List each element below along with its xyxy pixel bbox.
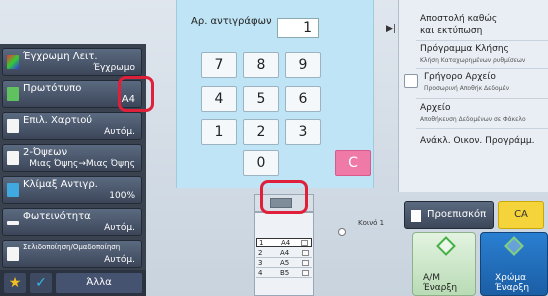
tray-size: A4 <box>281 239 291 247</box>
divider <box>416 68 548 69</box>
clear-key[interactable]: C <box>335 150 371 176</box>
key-0[interactable]: 0 <box>243 150 279 176</box>
bw-start-line2: Έναρξη <box>423 283 458 293</box>
paper-select-value: Αυτόμ. <box>104 127 135 137</box>
preview-icon <box>411 210 421 222</box>
duplex-icon <box>7 151 19 165</box>
panel-toggle-icon[interactable]: ▶| <box>384 22 398 36</box>
duplex-button[interactable]: 2-Όψεων Μιας Όψης→Μιας Όψης <box>2 144 142 172</box>
exposure-value: Αυτόμ. <box>104 223 135 233</box>
key-5[interactable]: 5 <box>243 86 279 112</box>
tray-size: B5 <box>280 269 290 277</box>
key-1[interactable]: 1 <box>201 119 237 145</box>
tray-paper-icon <box>302 260 309 266</box>
preview-label: Προεπισκόπ <box>427 209 487 220</box>
output-tray-icon[interactable] <box>338 228 346 236</box>
numeric-keypad: Αρ. αντιγράφων 1 7 8 9 4 5 6 1 2 3 0 C <box>176 0 374 188</box>
copy-ratio-icon <box>7 183 19 197</box>
bw-start-line1: A/M <box>423 273 440 283</box>
color-mode-icon <box>7 55 19 69</box>
key-3[interactable]: 3 <box>285 119 321 145</box>
paper-select-label: Επιλ. Χαρτιού <box>23 115 93 126</box>
color-start-line1: Χρώμα <box>495 273 527 283</box>
tray-number: 2 <box>258 249 263 257</box>
key-8[interactable]: 8 <box>243 52 279 78</box>
send-and-print-item[interactable]: Αποστολή καθώς <box>420 14 497 24</box>
divider <box>416 98 548 99</box>
start-diamond-icon <box>504 236 524 256</box>
color-start-label: Χρώμα Έναρξη <box>495 273 529 293</box>
file-item[interactable]: Αρχείο <box>420 103 451 113</box>
quick-file-sub: Προσωρινή Αποθήκ Δεδομέν <box>424 85 510 92</box>
divider <box>416 128 548 129</box>
sort-icon <box>7 247 19 261</box>
key-7[interactable]: 7 <box>201 52 237 78</box>
tray-row[interactable]: 1 A4 <box>256 238 312 247</box>
duplex-value: Μιας Όψης→Μιας Όψης <box>29 159 135 169</box>
send-and-print-item-line2[interactable]: και εκτύπωση <box>420 26 482 36</box>
start-diamond-icon <box>436 236 456 256</box>
color-start-button[interactable]: Χρώμα Έναρξη <box>480 232 548 296</box>
bw-start-label: A/M Έναρξη <box>423 273 457 293</box>
tray-paper-icon <box>302 250 309 256</box>
highlight-original-size <box>118 76 154 112</box>
color-mode-value: Έγχρωμο <box>93 63 135 73</box>
duplex-label: 2-Όψεων <box>23 147 68 158</box>
key-6[interactable]: 6 <box>285 86 321 112</box>
paper-select-button[interactable]: Επιλ. Χαρτιού Αυτόμ. <box>2 112 142 140</box>
call-program-sub: Κλήση Καταχωρημένων ρυθμίσεων <box>420 57 526 64</box>
favorite-star-icon[interactable]: ★ <box>4 273 26 293</box>
sort-group-label: Σελιδοποίηση/Ομαδοποίηση <box>23 243 121 251</box>
quick-file-item[interactable]: Γρήγορο Αρχείο <box>424 72 496 82</box>
copy-ratio-label: Κλίμαξ Αντιγρ. <box>23 179 98 190</box>
check-icon[interactable]: ✓ <box>30 273 52 293</box>
call-program-item[interactable]: Πρόγραμμα Κλήσης <box>420 44 509 54</box>
exposure-label: Φωτεινότητα <box>23 211 91 222</box>
key-2[interactable]: 2 <box>243 119 279 145</box>
highlight-original-glass <box>260 180 308 214</box>
bottom-bar: ★ ✓ Άλλα <box>0 270 146 296</box>
color-mode-label: Έγχρωμη Λειτ. <box>23 51 98 62</box>
divider <box>416 40 548 41</box>
tray-row[interactable]: 3 A5 <box>256 259 312 268</box>
key-4[interactable]: 4 <box>201 86 237 112</box>
copy-ratio-button[interactable]: Κλίμαξ Αντιγρ. 100% <box>2 176 142 204</box>
clear-all-button[interactable]: CA <box>498 201 544 229</box>
tray-number: 1 <box>259 239 264 247</box>
key-9[interactable]: 9 <box>285 52 321 78</box>
copy-ratio-value: 100% <box>109 191 135 201</box>
recall-eco-program-item[interactable]: Ανάκλ. Οικον. Προγράμμ. <box>420 136 534 146</box>
quick-file-checkbox[interactable] <box>404 74 418 88</box>
color-mode-button[interactable]: Έγχρωμη Λειτ. Έγχρωμο <box>2 48 142 76</box>
tray-number: 4 <box>258 269 263 277</box>
tray-row[interactable]: 2 A4 <box>256 249 312 258</box>
bw-start-button[interactable]: A/M Έναρξη <box>412 232 476 296</box>
preview-button[interactable]: Προεπισκόπ <box>404 201 494 229</box>
tray-paper-icon <box>302 270 309 276</box>
others-button[interactable]: Άλλα <box>56 273 142 293</box>
tray-size: A4 <box>280 249 290 257</box>
tray-number: 3 <box>258 259 263 267</box>
copy-screen: Έγχρωμη Λειτ. Έγχρωμο Πρωτότυπο A4 Επιλ.… <box>0 0 548 296</box>
copies-count-field[interactable]: 1 <box>277 18 319 38</box>
paper-icon <box>7 119 19 133</box>
original-label: Πρωτότυπο <box>23 83 82 94</box>
original-icon <box>7 87 19 101</box>
output-tray-label: Κοινό 1 <box>358 219 385 227</box>
copies-label: Αρ. αντιγράφων <box>191 16 272 27</box>
exposure-icon <box>7 221 19 225</box>
tray-size: A5 <box>280 259 290 267</box>
exposure-button[interactable]: Φωτεινότητα Αυτόμ. <box>2 208 142 236</box>
tray-paper-icon <box>301 240 308 246</box>
sort-group-button[interactable]: Σελιδοποίηση/Ομαδοποίηση Αυτόμ. <box>2 240 142 268</box>
tray-row[interactable]: 4 B5 <box>256 269 312 278</box>
file-sub: Αποθήκευση Δεδομένων σε Φάκελο <box>420 116 526 123</box>
color-start-line2: Έναρξη <box>495 283 530 293</box>
sort-group-value: Αυτόμ. <box>104 255 135 265</box>
